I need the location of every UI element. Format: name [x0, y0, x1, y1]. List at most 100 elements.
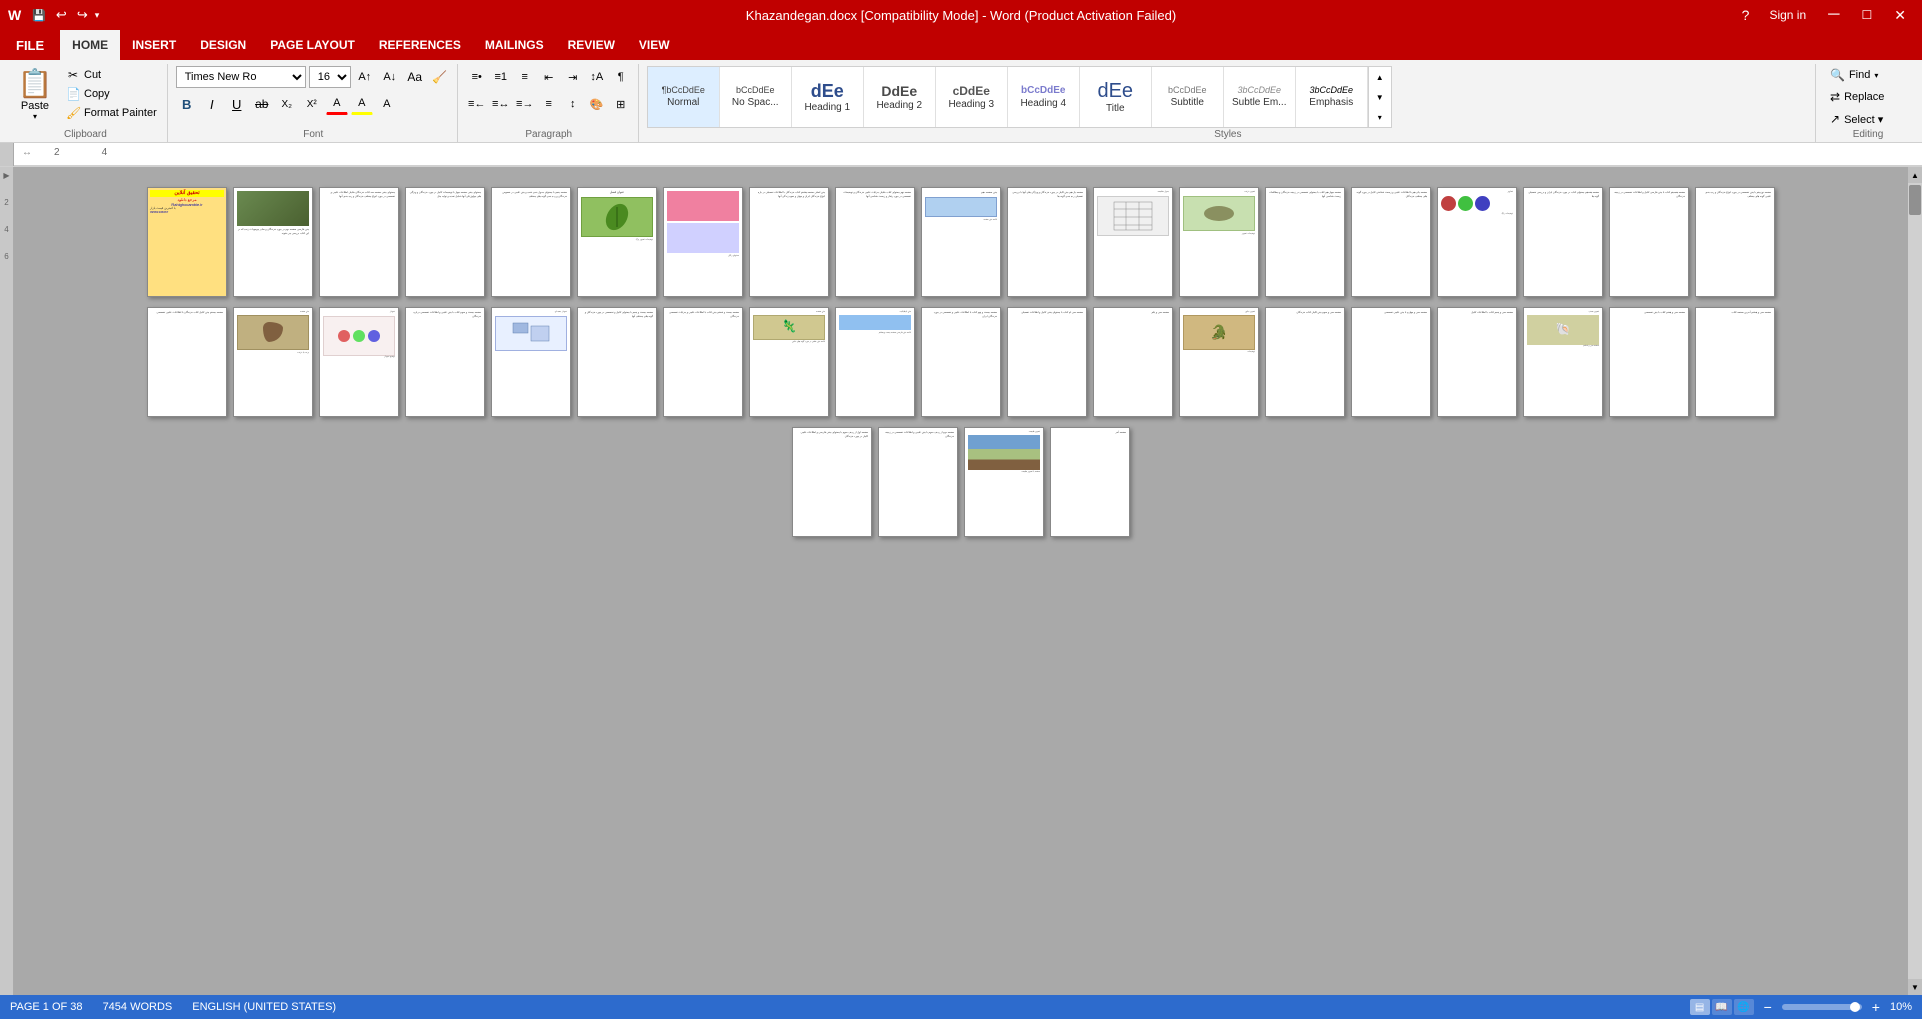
tab-mailings[interactable]: MAILINGS	[473, 30, 556, 60]
decrease-font-btn[interactable]: A↓	[379, 66, 401, 88]
style-emphasis[interactable]: 3bCcDdEe Emphasis	[1296, 66, 1368, 128]
restore-btn[interactable]: ☐	[1854, 8, 1881, 22]
page-thumb-5[interactable]: صفحه پنجم با محتوای جدول بندی شده و متن …	[491, 187, 571, 297]
multilevel-btn[interactable]: ≡	[514, 66, 536, 88]
page-thumb-20[interactable]: صفحه بیستم متن کامل کتاب خزندگان با اطلا…	[147, 307, 227, 417]
cut-button[interactable]: ✂ Cut	[62, 66, 161, 84]
style-heading4[interactable]: bCcDdEe Heading 4	[1008, 66, 1080, 128]
page-thumb-4[interactable]: محتوای متنی صفحه چهار با توضیحات کامل در…	[405, 187, 485, 297]
font-color-btn[interactable]: A	[326, 93, 348, 115]
page-thumb-31[interactable]: صفحه سی و یکم	[1093, 307, 1173, 417]
style-heading2[interactable]: DdEe Heading 2	[864, 66, 936, 128]
help-btn[interactable]: ?	[1736, 7, 1756, 23]
format-painter-button[interactable]: 🖌 Format Painter	[62, 104, 161, 122]
close-btn[interactable]: ✕	[1886, 7, 1914, 24]
increase-font-btn[interactable]: A↑	[354, 66, 376, 88]
superscript-btn[interactable]: X²	[301, 93, 323, 115]
text-color-btn[interactable]: A	[376, 93, 398, 115]
document-content[interactable]: تحقیق آنلاین مرجع دانلود Rahighocambie.i…	[14, 167, 1908, 995]
tab-file[interactable]: FILE	[0, 30, 60, 60]
style-no-spacing[interactable]: bCcDdEe No Spac...	[720, 66, 792, 128]
page-thumb-30[interactable]: صفحه سی ام کتاب با محتوای متنی کامل و اط…	[1007, 307, 1087, 417]
style-heading3[interactable]: cDdEe Heading 3	[936, 66, 1008, 128]
italic-btn[interactable]: I	[201, 93, 223, 115]
clear-formatting-btn[interactable]: 🧹	[429, 66, 451, 88]
page-thumb-15[interactable]: صفحه پانزدهم با اطلاعات علمی و زیست شناخ…	[1351, 187, 1431, 297]
page-thumb-r3-2[interactable]: صفحه دوم از ردیف سوم با متن علمی و اطلاع…	[878, 427, 958, 537]
page-thumb-11[interactable]: صفحه یازدهم متن کامل در مورد خزندگان و و…	[1007, 187, 1087, 297]
tab-design[interactable]: DESIGN	[188, 30, 258, 60]
page-thumb-r3-3[interactable]: تصویر طبیعت صفحه با تصویر طبیعت	[964, 427, 1044, 537]
decrease-indent-btn[interactable]: ⇤	[538, 66, 560, 88]
style-more-btn[interactable]: ▾	[1369, 107, 1391, 127]
page-thumb-18[interactable]: صفحه هجدهم کتاب با متن فارسی کامل و اطلا…	[1609, 187, 1689, 297]
page-thumb-22[interactable]: نمودار توضیح نمودار	[319, 307, 399, 417]
tab-review[interactable]: REVIEW	[556, 30, 627, 60]
align-center-btn[interactable]: ≡↔	[490, 93, 512, 115]
tab-references[interactable]: REFERENCES	[367, 30, 473, 60]
page-thumb-3[interactable]: محتوای متنی صفحه سه کتاب خزندگان شامل اط…	[319, 187, 399, 297]
page-thumb-10[interactable]: متن صفحه دهم ادامه متن صفحه	[921, 187, 1001, 297]
shading-btn[interactable]: 🎨	[586, 93, 608, 115]
page-thumb-7[interactable]: محتوای رنگی	[663, 187, 743, 297]
page-thumb-21[interactable]: متن صفحه پرنده یا خزنده	[233, 307, 313, 417]
copy-button[interactable]: 📄 Copy	[62, 85, 161, 103]
align-left-btn[interactable]: ≡←	[466, 93, 488, 115]
bullets-btn[interactable]: ≡•	[466, 66, 488, 88]
page-thumb-8[interactable]: متن اصلی صفحه هشتم کتاب خزندگان با اطلاع…	[749, 187, 829, 297]
strikethrough-btn[interactable]: ab	[251, 93, 273, 115]
align-right-btn[interactable]: ≡→	[514, 93, 536, 115]
page-thumb-37[interactable]: صفحه سی و هفتم کتاب با متن تخصصی	[1609, 307, 1689, 417]
scroll-down-btn[interactable]: ▼	[1908, 979, 1922, 995]
minimize-btn[interactable]: ─	[1820, 7, 1847, 23]
bold-btn[interactable]: B	[176, 93, 198, 115]
page-thumb-29[interactable]: صفحه بیست و نهم کتاب با اطلاعات علمی و ت…	[921, 307, 1001, 417]
page-thumb-25[interactable]: صفحه بیست و پنجم با محتوای کامل و تخصصی …	[577, 307, 657, 417]
style-subtle-em[interactable]: 3bCcDdEe Subtle Em...	[1224, 66, 1296, 128]
tab-page-layout[interactable]: PAGE LAYOUT	[258, 30, 367, 60]
sign-in-btn[interactable]: Sign in	[1761, 8, 1814, 22]
select-button[interactable]: ↗ Select ▾	[1824, 110, 1889, 128]
tab-insert[interactable]: INSERT	[120, 30, 188, 60]
undo-quick-btn[interactable]: ↩	[53, 7, 70, 23]
page-thumb-14[interactable]: صفحه چهاردهم کتاب با محتوای تخصصی در زمی…	[1265, 187, 1345, 297]
page-thumb-12[interactable]: جدول مقایسه	[1093, 187, 1173, 297]
print-layout-btn[interactable]: ▤	[1690, 999, 1710, 1015]
page-thumb-27[interactable]: متن صفحه 🦎 ادامه متن علمی در مورد گونه ه…	[749, 307, 829, 417]
page-thumb-17[interactable]: صفحه هفدهم محتوای کتاب در مورد خزندگان ا…	[1523, 187, 1603, 297]
style-title[interactable]: dEe Title	[1080, 66, 1152, 128]
zoom-out-btn[interactable]: −	[1764, 999, 1772, 1015]
page-thumb-r3-1[interactable]: صفحه اول از ردیف سوم با محتوای متنی فارس…	[792, 427, 872, 537]
tab-view[interactable]: VIEW	[627, 30, 682, 60]
redo-quick-btn[interactable]: ↪	[74, 7, 91, 23]
page-thumb-6[interactable]: عنوان فصل توضیحات تصویر برگ	[577, 187, 657, 297]
font-size-select[interactable]: 16	[309, 66, 351, 88]
justify-btn[interactable]: ≡	[538, 93, 560, 115]
page-thumb-32[interactable]: تصویر جانور 🐊 توضیحات	[1179, 307, 1259, 417]
style-subtitle[interactable]: bCcDdEe Subtitle	[1152, 66, 1224, 128]
replace-button[interactable]: ⇄ Replace	[1824, 88, 1890, 106]
paste-dropdown-icon[interactable]: ▾	[33, 112, 37, 121]
change-case-btn[interactable]: Aa	[404, 66, 426, 88]
page-thumb-33[interactable]: صفحه سی و سوم متن کامل کتاب خزندگان	[1265, 307, 1345, 417]
page-thumb-23[interactable]: صفحه بیست و سوم کتاب با متن علمی و اطلاع…	[405, 307, 485, 417]
page-thumb-19[interactable]: صفحه نوزدهم با متن تخصصی در مورد انواع خ…	[1695, 187, 1775, 297]
font-name-select[interactable]: Times New Ro	[176, 66, 306, 88]
page-thumb-35[interactable]: صفحه سی و پنجم کتاب با اطلاعات کامل	[1437, 307, 1517, 417]
page-thumb-r3-4[interactable]: صفحه آخر	[1050, 427, 1130, 537]
dropdown-quick[interactable]: ▾	[95, 10, 100, 21]
page-thumb-28[interactable]: متن با هایلایت ادامه متن فارسی صفحه بیست…	[835, 307, 915, 417]
numbering-btn[interactable]: ≡1	[490, 66, 512, 88]
page-thumb-34[interactable]: صفحه سی و چهارم با متن علمی تخصصی	[1351, 307, 1431, 417]
style-scroll-down[interactable]: ▼	[1369, 87, 1391, 107]
zoom-in-btn[interactable]: +	[1872, 999, 1880, 1015]
increase-indent-btn[interactable]: ⇥	[562, 66, 584, 88]
sort-btn[interactable]: ↕A	[586, 66, 608, 88]
paste-button[interactable]: 📋 Paste ▾	[10, 66, 60, 124]
line-spacing-btn[interactable]: ↕	[562, 93, 584, 115]
scroll-up-btn[interactable]: ▲	[1908, 167, 1922, 183]
borders-btn[interactable]: ⊞	[610, 93, 632, 115]
style-heading1[interactable]: dEe Heading 1	[792, 66, 864, 128]
page-thumb-1[interactable]: تحقیق آنلاین مرجع دانلود Rahighocambie.i…	[147, 187, 227, 297]
page-thumb-9[interactable]: صفحه نهم محتوای کتاب شامل جزئیات علمی خز…	[835, 187, 915, 297]
